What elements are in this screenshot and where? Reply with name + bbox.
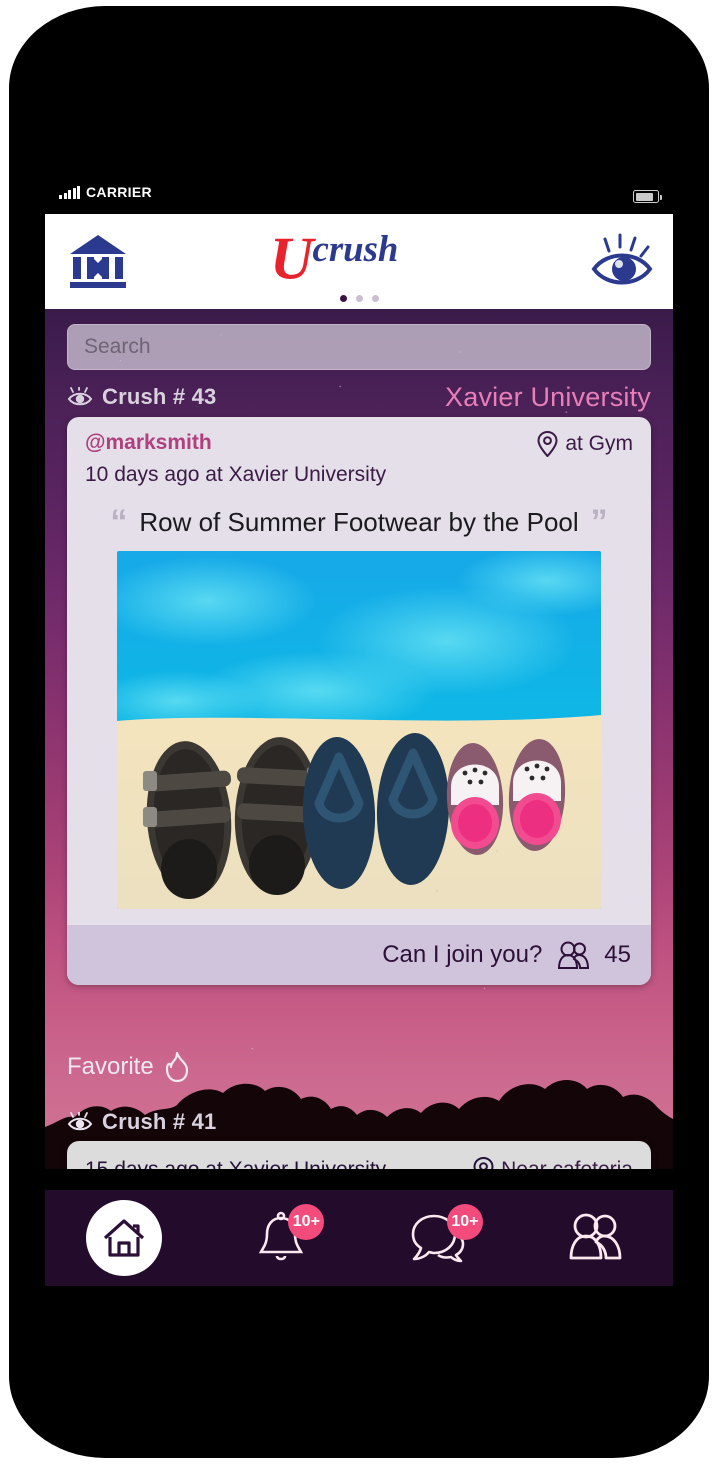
- favorite-label: Favorite: [67, 1053, 154, 1080]
- post-card-41[interactable]: 15 days ago at Xavier University Near ca…: [67, 1141, 651, 1169]
- page-indicator-dots[interactable]: [45, 295, 673, 302]
- post-meta: 15 days ago at Xavier University: [85, 1158, 386, 1169]
- post-photo[interactable]: [117, 551, 601, 909]
- status-bar-left: CARRIER: [59, 184, 152, 200]
- post-card-header: 15 days ago at Xavier University Near ca…: [67, 1141, 651, 1169]
- page-dot-2[interactable]: [355, 295, 363, 302]
- crush-header-43: Crush # 43 Xavier University: [67, 381, 651, 412]
- battery-icon: [633, 190, 662, 203]
- post-card-footer[interactable]: Can I join you? 45: [67, 925, 651, 985]
- post-title-row: “ Row of Summer Footwear by the Pool ”: [85, 505, 633, 545]
- crush-number-label: Crush # 43: [102, 384, 217, 409]
- post-author-handle[interactable]: @marksmith: [85, 431, 212, 455]
- post-location-label: at Gym: [565, 432, 633, 455]
- post-title: Row of Summer Footwear by the Pool: [139, 506, 579, 537]
- phone-device-frame: CARRIER U crush Search Crush # 43 Xavier…: [9, 6, 709, 1458]
- feed-scroll-area[interactable]: Search Crush # 43 Xavier University @mar…: [45, 309, 673, 1169]
- messages-badge: 10+: [446, 1204, 483, 1240]
- post-join-count: 45: [604, 941, 631, 968]
- map-pin-icon: [473, 1157, 494, 1169]
- eye-icon[interactable]: [589, 231, 655, 291]
- notifications-badge: 10+: [288, 1204, 325, 1240]
- flame-icon: [165, 1051, 188, 1083]
- logo-crush-word: crush: [313, 228, 399, 269]
- carrier-label: CARRIER: [86, 184, 152, 200]
- university-name-label: Xavier University: [445, 381, 651, 412]
- signal-bars-icon: [59, 186, 80, 199]
- logo-u-letter: U: [270, 226, 316, 286]
- tab-friends[interactable]: [516, 1190, 673, 1286]
- home-icon: [103, 1219, 144, 1257]
- eye-icon: [67, 1112, 93, 1131]
- app-logo: U crush: [45, 225, 673, 291]
- post-location[interactable]: at Gym: [537, 431, 633, 457]
- search-placeholder: Search: [84, 335, 151, 358]
- search-input[interactable]: Search: [67, 324, 651, 370]
- people-icon: [569, 1213, 621, 1260]
- quote-open-icon: “: [110, 503, 128, 541]
- favorite-action[interactable]: Favorite: [67, 1051, 191, 1083]
- crush-header-41: Crush # 41: [67, 1109, 651, 1135]
- page-dot-3[interactable]: [371, 295, 379, 302]
- tab-messages[interactable]: 10+: [359, 1190, 516, 1286]
- quote-close-icon: ”: [590, 503, 608, 541]
- page-dot-1[interactable]: [339, 295, 347, 302]
- post-meta: 10 days ago at Xavier University: [85, 463, 387, 486]
- post-location-label: Near cafeteria: [501, 1158, 633, 1169]
- app-header: U crush: [45, 214, 673, 309]
- post-card-43[interactable]: @marksmith at Gym 10 days ago at Xavier …: [67, 417, 651, 985]
- map-pin-icon: [537, 431, 558, 457]
- post-card-header: @marksmith at Gym: [85, 431, 633, 457]
- people-icon: [558, 941, 590, 969]
- post-action-text: Can I join you?: [382, 941, 543, 968]
- eye-icon: [67, 387, 93, 406]
- post-card-body: @marksmith at Gym 10 days ago at Xavier …: [67, 417, 651, 909]
- crush-number-label: Crush # 41: [102, 1109, 217, 1134]
- post-location[interactable]: Near cafeteria: [473, 1157, 633, 1169]
- home-active-circle: [85, 1200, 162, 1276]
- tab-home[interactable]: [45, 1190, 202, 1286]
- bottom-tab-bar: 10+ 10+: [45, 1190, 673, 1286]
- status-bar: CARRIER: [45, 181, 673, 214]
- phone-screen: CARRIER U crush Search Crush # 43 Xavier…: [45, 181, 673, 1286]
- tab-notifications[interactable]: 10+: [202, 1190, 359, 1286]
